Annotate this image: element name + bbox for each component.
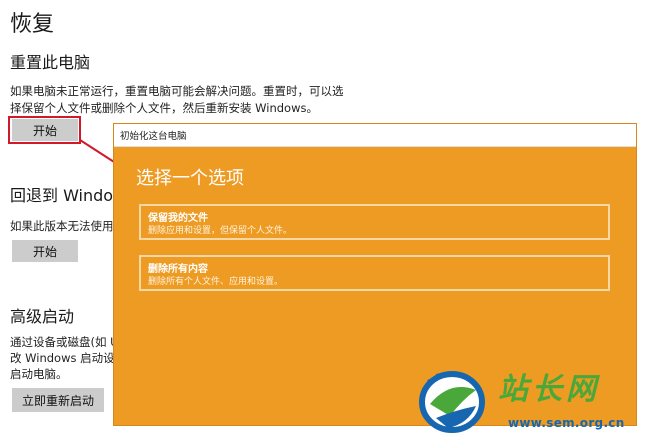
option-remove-everything-desc: 删除所有个人文件、应用和设置。 [148,277,284,287]
advanced-desc-line1: 通过设备或磁盘(如 U [10,335,119,349]
option-keep-files[interactable]: 保留我的文件 删除应用和设置，但保留个人文件。 [139,204,610,240]
watermark: 站长网 www.sem.org.cn [410,360,642,436]
watermark-brand: 站长网 [498,372,600,407]
goback-start-button[interactable]: 开始 [12,240,78,262]
option-remove-everything-title: 删除所有内容 [148,264,208,275]
option-keep-files-title: 保留我的文件 [148,213,208,224]
advanced-desc-line3: 启动电脑。 [10,367,68,381]
advanced-heading: 高级启动 [10,307,75,326]
dialog-titlebar[interactable]: 初始化这台电脑 [114,124,636,147]
option-keep-files-desc: 删除应用和设置，但保留个人文件。 [148,226,293,236]
option-remove-everything[interactable]: 删除所有内容 删除所有个人文件、应用和设置。 [139,255,610,291]
watermark-url: www.sem.org.cn [508,416,625,430]
goback-heading: 回退到 Window [10,186,127,205]
dialog-heading: 选择一个选项 [136,168,244,189]
restart-now-button[interactable]: 立即重新启动 [12,388,104,412]
advanced-description: 通过设备或磁盘(如 U 改 Windows 启动设置 启动电脑。 [10,334,126,382]
goback-description: 如果此版本无法使用 [10,219,114,233]
dialog-title: 初始化这台电脑 [120,131,187,142]
advanced-desc-line2: 改 Windows 启动设置 [10,351,127,365]
